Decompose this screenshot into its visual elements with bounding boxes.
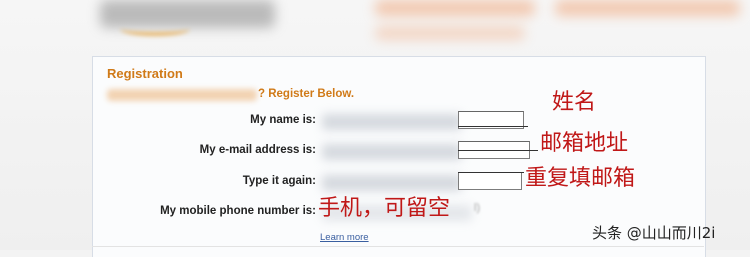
watermark-text: 头条 @山山而川2i (592, 224, 716, 242)
email-annotation: 邮箱地址 (540, 131, 629, 156)
phone-label: My mobile phone number is: (160, 205, 316, 217)
header-blurred-text (375, 26, 525, 40)
registration-subtitle: ? Register Below. (258, 88, 355, 100)
confirm-email-label: Type it again: (242, 175, 316, 187)
registration-page: Registration ? Register Below. My name i… (0, 0, 750, 257)
phone-annotation: 手机，可留空 (318, 196, 451, 221)
pointer-line (458, 150, 538, 151)
email-label: My e-mail address is: (199, 144, 316, 156)
logo-swoosh-icon (120, 22, 190, 36)
header-blurred-text (375, 0, 535, 16)
registration-title: Registration (107, 66, 183, 81)
confirm-email-input[interactable] (458, 172, 522, 190)
confirm-email-annotation: 重复填邮箱 (525, 166, 636, 191)
phone-optional-suffix: l) (474, 202, 481, 214)
email-blurred-value (322, 144, 462, 160)
name-annotation: 姓名 (552, 90, 597, 115)
learn-more-link[interactable]: Learn more (320, 232, 369, 243)
header-blurred-text (555, 0, 740, 16)
confirm-email-blurred-value (322, 175, 462, 191)
subtitle-blurred-text (107, 89, 257, 101)
pointer-line (458, 126, 528, 127)
divider (92, 246, 704, 247)
pointer-line (458, 172, 524, 173)
name-label: My name is: (250, 114, 316, 126)
name-blurred-value (322, 114, 462, 130)
